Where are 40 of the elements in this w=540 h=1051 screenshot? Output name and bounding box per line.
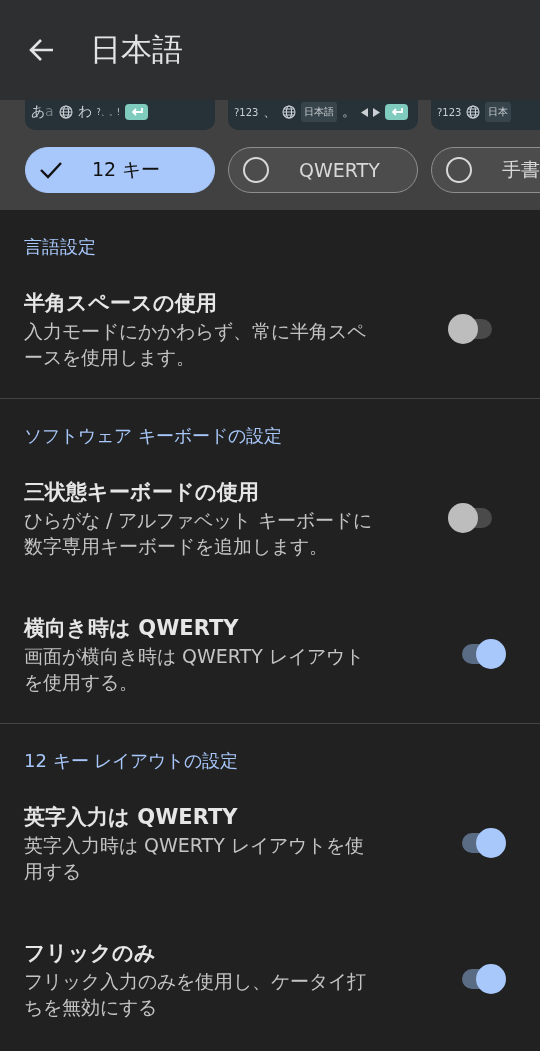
key-label: ?、。!: [96, 106, 121, 118]
setting-description: 画面が横向き時は QWERTY レイアウトを使用する。: [24, 644, 365, 695]
return-arrow-icon: [130, 107, 143, 117]
setting-description: 入力モードにかかわらず、常に半角スペースを使用します。: [24, 319, 367, 370]
setting-description: フリック入力のみを使用し、ケータイ打ちを無効にする: [24, 969, 367, 1020]
check-icon: [40, 161, 62, 179]
space-key: 日本語: [301, 102, 338, 122]
key-label: 。: [342, 103, 357, 121]
keyboard-preview[interactable]: あa わ ?、。!: [25, 100, 215, 130]
section-heading: 言語設定: [23, 235, 97, 259]
page-title: 日本語: [90, 30, 183, 69]
layout-chip[interactable]: 12 キー: [25, 147, 215, 193]
right-arrow-icon: [373, 107, 381, 117]
keyboard-preview[interactable]: ?123 、 日本語 。: [228, 100, 418, 130]
globe-icon: [58, 105, 73, 119]
back-arrow-icon[interactable]: [28, 38, 54, 62]
setting-description: ひらがな / アルファベット キーボードに数字専用キーボードを追加します。: [24, 508, 373, 559]
layout-chip[interactable]: 手書: [431, 147, 540, 193]
layout-chip[interactable]: QWERTY: [228, 147, 418, 193]
left-arrow-icon: [361, 107, 369, 117]
radio-icon: [446, 157, 472, 183]
radio-icon: [243, 157, 269, 183]
setting-description: 英字入力時は QWERTY レイアウトを使用する: [24, 833, 365, 884]
return-arrow-icon: [390, 107, 403, 117]
key-label: ?123: [234, 106, 259, 118]
setting-title: 半角スペースの使用: [24, 290, 218, 317]
keyboard-preview[interactable]: ?123 日本: [431, 100, 540, 130]
section-heading: ソフトウェア キーボードの設定: [23, 424, 283, 448]
section-heading: 12 キー レイアウトの設定: [23, 749, 240, 773]
setting-title: フリックのみ: [24, 940, 157, 967]
globe-icon: [466, 105, 481, 119]
space-key: 日本: [485, 102, 512, 122]
key-label: 、: [263, 103, 278, 121]
key-label: あa: [31, 103, 54, 121]
globe-icon: [282, 105, 297, 119]
setting-title: 横向き時は QWERTY: [24, 615, 240, 642]
setting-title: 三状態キーボードの使用: [24, 479, 260, 506]
setting-title: 英字入力は QWERTY: [24, 804, 239, 831]
key-label: ?123: [437, 106, 462, 118]
key-label: わ: [77, 103, 92, 121]
